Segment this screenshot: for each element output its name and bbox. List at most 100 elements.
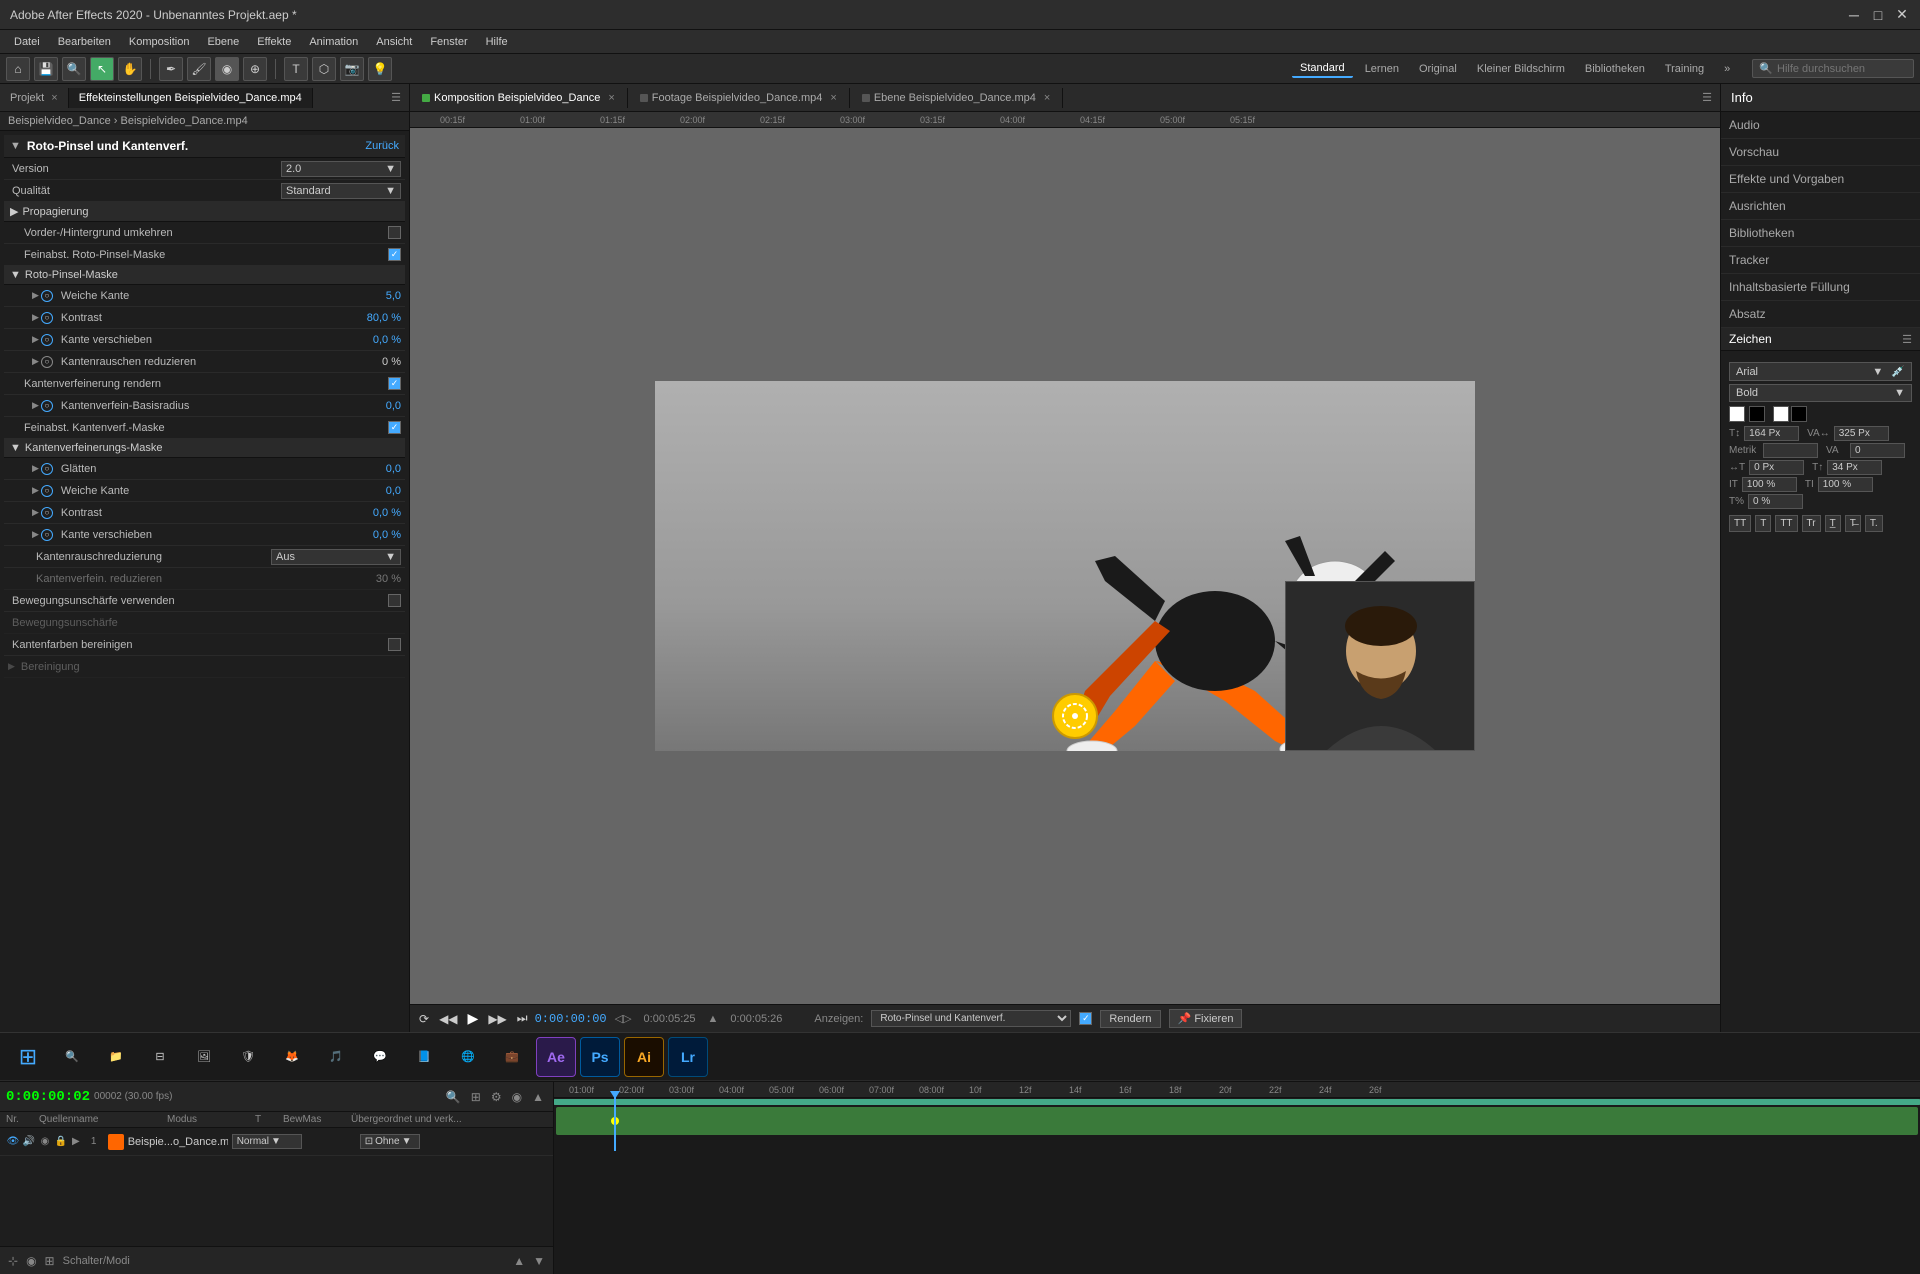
maximize-button[interactable]: □: [1870, 7, 1886, 23]
right-section-tracker[interactable]: Tracker: [1721, 247, 1920, 274]
taskbar-messenger[interactable]: 💬: [360, 1037, 400, 1077]
workspace-kleiner[interactable]: Kleiner Bildschirm: [1469, 61, 1573, 77]
right-section-ausrichten[interactable]: Ausrichten: [1721, 193, 1920, 220]
baseline-input[interactable]: [1827, 460, 1882, 475]
schalter-icon-2[interactable]: ◉: [26, 1254, 36, 1268]
taskbar-ps[interactable]: Ps: [580, 1037, 620, 1077]
tool-roto[interactable]: ◉: [215, 57, 239, 81]
viewer-tab-komposition-close[interactable]: ×: [608, 92, 614, 104]
tt-all-caps[interactable]: TT: [1729, 515, 1751, 532]
expand-wk2[interactable]: ▶: [32, 485, 39, 496]
viewer-tab-ebene-close[interactable]: ×: [1044, 92, 1050, 104]
tt-strike[interactable]: T̶: [1845, 515, 1861, 532]
tt-caps[interactable]: T: [1755, 515, 1771, 532]
rendern-button[interactable]: Rendern: [1100, 1010, 1160, 1028]
fk-checkbox[interactable]: ✓: [388, 421, 401, 434]
layer-vis-btn[interactable]: 👁: [6, 1135, 20, 1149]
tt-super[interactable]: TT: [1775, 515, 1797, 532]
tool-clone[interactable]: ⊕: [243, 57, 267, 81]
fill-color[interactable]: [1729, 406, 1745, 422]
tl-play-btn[interactable]: ▶: [465, 1010, 482, 1027]
param-kv2-value[interactable]: 0,0 %: [341, 529, 401, 541]
tl-end-btn[interactable]: ⏭: [514, 1011, 531, 1026]
kvr-checkbox[interactable]: ✓: [388, 377, 401, 390]
workspace-bibliotheken[interactable]: Bibliotheken: [1577, 61, 1653, 77]
layer-audio-btn[interactable]: 🔊: [22, 1135, 36, 1149]
section-propagierung[interactable]: ▶ Propagierung: [4, 202, 405, 222]
work-area-bar[interactable]: [554, 1099, 1920, 1105]
taskbar-ae[interactable]: Ae: [536, 1037, 576, 1077]
tab-effekteinstellungen[interactable]: Effekteinstellungen Beispielvideo_Dance.…: [69, 88, 313, 108]
font-style-selector[interactable]: Bold ▼: [1729, 384, 1912, 402]
workspace-more[interactable]: »: [1716, 61, 1738, 77]
ohne-dropdown[interactable]: ⊡ Ohne ▼: [360, 1134, 420, 1149]
search-input[interactable]: [1777, 63, 1907, 75]
fixieren-button[interactable]: 📌 Fixieren: [1169, 1009, 1243, 1028]
workspace-standard[interactable]: Standard: [1292, 60, 1353, 78]
workspace-lernen[interactable]: Lernen: [1357, 61, 1407, 77]
menu-ebene[interactable]: Ebene: [199, 34, 247, 50]
indent-h-input[interactable]: [1749, 460, 1804, 475]
schalter-icon-1[interactable]: ⊹: [8, 1254, 18, 1268]
bu-checkbox[interactable]: [388, 594, 401, 607]
zeichen-options[interactable]: ☰: [1902, 333, 1912, 346]
taskbar-facebook[interactable]: 📘: [404, 1037, 444, 1077]
vh-checkbox[interactable]: [388, 226, 401, 239]
tl-right[interactable]: 01:00f 02:00f 03:00f 04:00f 05:00f 06:00…: [554, 1082, 1920, 1274]
menu-komposition[interactable]: Komposition: [121, 34, 198, 50]
layer-track[interactable]: [556, 1107, 1918, 1135]
param-kr-value[interactable]: 0 %: [341, 356, 401, 368]
tool-text[interactable]: T: [284, 57, 308, 81]
baseline-shift-input[interactable]: [1748, 494, 1803, 509]
kfb-checkbox[interactable]: [388, 638, 401, 651]
tab-projekt[interactable]: Projekt ×: [0, 88, 69, 108]
scale-v-input[interactable]: [1818, 477, 1873, 492]
taskbar-shield[interactable]: 🛡: [228, 1037, 268, 1077]
menu-effekte[interactable]: Effekte: [249, 34, 299, 50]
expand-kvb[interactable]: ▶: [32, 400, 39, 411]
menu-hilfe[interactable]: Hilfe: [478, 34, 516, 50]
viewer-tab-footage-close[interactable]: ×: [830, 92, 836, 104]
tool-save[interactable]: 💾: [34, 57, 58, 81]
schalter-icon-down[interactable]: ▼: [533, 1254, 545, 1268]
schalter-icon-3[interactable]: ⊞: [45, 1254, 55, 1268]
param-kvb-value[interactable]: 0,0: [341, 400, 401, 412]
kred-dropdown[interactable]: Aus▼: [271, 549, 401, 565]
tl-next-frame[interactable]: ▶▶: [485, 1012, 509, 1026]
expand-k[interactable]: ▶: [32, 312, 39, 323]
menu-ansicht[interactable]: Ansicht: [368, 34, 420, 50]
viewer-tab-footage[interactable]: Footage Beispielvideo_Dance.mp4 ×: [628, 88, 850, 108]
layer-solo-btn[interactable]: ◉: [38, 1135, 52, 1149]
expand-k2[interactable]: ▶: [32, 507, 39, 518]
tool-search[interactable]: 🔍: [62, 57, 86, 81]
canvas-area[interactable]: [410, 128, 1720, 1004]
swatch2[interactable]: [1791, 406, 1807, 422]
zeichen-section[interactable]: Zeichen ☰: [1721, 328, 1920, 351]
expand-gl[interactable]: ▶: [32, 463, 39, 474]
tool-pen[interactable]: ✒: [159, 57, 183, 81]
viewer-tab-ebene[interactable]: Ebene Beispielvideo_Dance.mp4 ×: [850, 88, 1064, 108]
tl-new-comp-icon[interactable]: ⊞: [468, 1090, 484, 1104]
param-k2-value[interactable]: 0,0 %: [341, 507, 401, 519]
param-kv-value[interactable]: 0,0 %: [341, 334, 401, 346]
schalter-icon-up[interactable]: ▲: [513, 1254, 525, 1268]
tool-camera[interactable]: 📷: [340, 57, 364, 81]
layer-lock-btn[interactable]: 🔒: [54, 1135, 68, 1149]
qualität-dropdown[interactable]: Standard▼: [281, 183, 401, 199]
param-wk-value[interactable]: 5,0: [341, 290, 401, 302]
taskbar-files2[interactable]: 💼: [492, 1037, 532, 1077]
menu-bearbeiten[interactable]: Bearbeiten: [50, 34, 119, 50]
tool-select[interactable]: ↖: [90, 57, 114, 81]
taskbar-ai[interactable]: Ai: [624, 1037, 664, 1077]
tab-projekt-close[interactable]: ×: [51, 92, 57, 104]
tl-loop-btn[interactable]: ⟳: [416, 1012, 432, 1026]
playhead[interactable]: [614, 1091, 616, 1151]
panel-menu-btn[interactable]: ☰: [383, 91, 409, 104]
right-section-audio[interactable]: Audio: [1721, 112, 1920, 139]
taskbar-firefox[interactable]: 🦊: [272, 1037, 312, 1077]
right-section-absatz[interactable]: Absatz: [1721, 301, 1920, 328]
metric-input[interactable]: [1763, 443, 1818, 458]
menu-animation[interactable]: Animation: [301, 34, 366, 50]
tl-up-icon[interactable]: ▲: [529, 1090, 547, 1104]
tl-prev-frame[interactable]: ◀◀: [436, 1012, 460, 1026]
